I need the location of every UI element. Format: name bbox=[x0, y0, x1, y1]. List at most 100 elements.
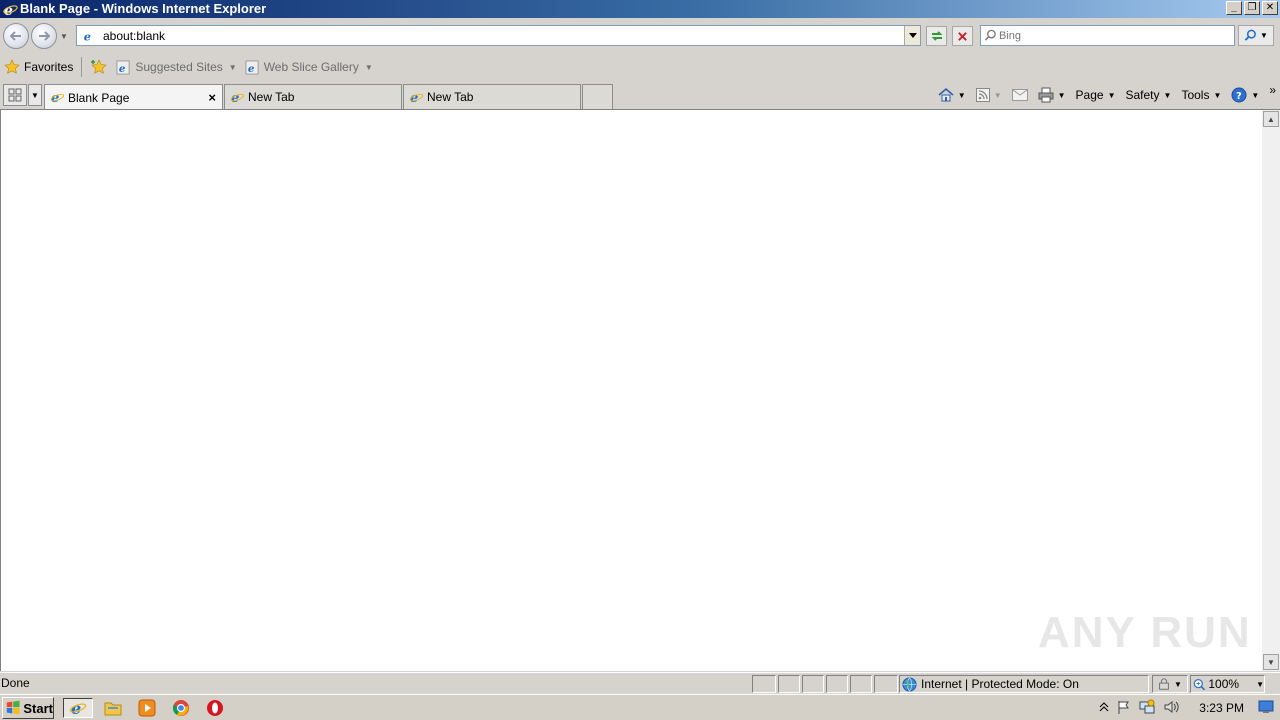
chevron-down-icon: ▼ bbox=[1163, 90, 1172, 100]
stop-x-icon bbox=[958, 31, 967, 41]
home-icon bbox=[938, 87, 954, 102]
address-field[interactable]: e about:blank bbox=[76, 25, 921, 46]
start-button[interactable]: Start bbox=[2, 697, 54, 719]
page-menu[interactable]: Page ▼ bbox=[1072, 85, 1120, 105]
status-pane bbox=[752, 675, 776, 693]
start-label: Start bbox=[23, 700, 53, 716]
taskbar-clock[interactable]: 3:23 PM bbox=[1199, 701, 1244, 715]
feeds-button[interactable]: ▼ bbox=[972, 85, 1006, 105]
zoom-magnifier-icon bbox=[1193, 678, 1206, 690]
close-window-button[interactable]: ✕ bbox=[1262, 1, 1278, 15]
chevron-down-icon: ▼ bbox=[1213, 90, 1222, 100]
forward-arrow-icon bbox=[39, 31, 51, 41]
new-tab-button[interactable] bbox=[582, 84, 613, 109]
search-provider-icon bbox=[981, 27, 999, 45]
taskbar-media-player[interactable] bbox=[135, 698, 159, 718]
show-hidden-icons-button[interactable] bbox=[1099, 701, 1109, 715]
folder-icon bbox=[104, 702, 122, 716]
security-zone-indicator[interactable]: Internet | Protected Mode: On bbox=[899, 675, 1149, 693]
status-pane bbox=[778, 675, 800, 693]
safety-menu[interactable]: Safety ▼ bbox=[1122, 85, 1176, 105]
add-to-favorites-bar-button[interactable] bbox=[86, 56, 112, 78]
printer-icon bbox=[1038, 87, 1054, 103]
taskbar-opera[interactable] bbox=[203, 698, 227, 718]
forward-button[interactable] bbox=[31, 23, 57, 49]
zone-label: Internet | Protected Mode: On bbox=[921, 677, 1079, 691]
chevron-down-icon: ▼ bbox=[993, 90, 1002, 100]
svg-text:e: e bbox=[84, 29, 91, 43]
address-url[interactable]: about:blank bbox=[101, 29, 904, 43]
search-icon bbox=[1244, 29, 1256, 41]
svg-text:e: e bbox=[248, 63, 255, 75]
refresh-icon bbox=[931, 31, 942, 41]
chevron-down-icon: ▼ bbox=[1107, 90, 1116, 100]
status-text: Done bbox=[1, 676, 30, 690]
tab-label: New Tab bbox=[248, 90, 295, 104]
taskbar-chrome[interactable] bbox=[169, 698, 193, 718]
chevron-down-icon: ▼ bbox=[957, 90, 966, 100]
action-center-flag-icon[interactable] bbox=[1117, 700, 1131, 717]
ie-page-icon: e bbox=[116, 59, 130, 75]
taskbar: Start e 3:23 PM bbox=[0, 694, 1280, 720]
ie-tab-icon: e bbox=[230, 91, 245, 105]
network-icon[interactable] bbox=[1139, 699, 1155, 718]
search-box[interactable] bbox=[980, 25, 1235, 46]
tab-blank-page[interactable]: e Blank Page × bbox=[44, 84, 223, 110]
tools-menu[interactable]: Tools ▼ bbox=[1177, 85, 1225, 105]
refresh-button[interactable] bbox=[926, 26, 947, 46]
status-pane bbox=[802, 675, 824, 693]
suggested-sites-link[interactable]: e Suggested Sites ▼ bbox=[112, 56, 240, 78]
read-mail-button[interactable] bbox=[1008, 85, 1032, 105]
title-bar: e Blank Page - Windows Internet Explorer… bbox=[0, 0, 1280, 18]
desktop-icon bbox=[1258, 700, 1274, 713]
help-button[interactable]: ? ▼ bbox=[1227, 85, 1263, 105]
tab-new-tab-1[interactable]: e New Tab bbox=[224, 84, 402, 109]
taskbar-internet-explorer[interactable]: e bbox=[63, 698, 93, 718]
protected-mode-button[interactable]: ▼ bbox=[1152, 675, 1188, 693]
tab-label: New Tab bbox=[427, 90, 474, 104]
tab-list-button[interactable]: ▼ bbox=[28, 84, 42, 106]
show-desktop-button[interactable] bbox=[1258, 700, 1274, 717]
print-button[interactable]: ▼ bbox=[1034, 85, 1070, 105]
chevron-down-icon: ▼ bbox=[228, 62, 237, 72]
restore-button[interactable]: ❐ bbox=[1244, 1, 1260, 15]
chrome-icon bbox=[172, 700, 189, 716]
close-tab-button[interactable]: × bbox=[208, 90, 216, 105]
lock-settings-icon bbox=[1159, 678, 1169, 690]
chevron-down-icon bbox=[908, 33, 917, 38]
chevron-down-icon: ▼ bbox=[1251, 90, 1260, 100]
watermark-text: ANY RUN bbox=[1038, 608, 1252, 657]
zoom-level-button[interactable]: 100% ▼ bbox=[1190, 675, 1265, 693]
quick-tabs-button[interactable] bbox=[3, 84, 27, 106]
scroll-up-button[interactable]: ▲ bbox=[1263, 111, 1279, 127]
tab-new-tab-2[interactable]: e New Tab bbox=[403, 84, 581, 109]
chevron-down-icon: ▼ bbox=[1057, 90, 1066, 100]
address-dropdown-button[interactable] bbox=[904, 26, 920, 45]
star-icon bbox=[4, 59, 20, 74]
favorites-button[interactable]: Favorites bbox=[0, 56, 77, 78]
window-title: Blank Page - Windows Internet Explorer bbox=[20, 1, 267, 16]
favorites-label: Favorites bbox=[24, 60, 74, 74]
taskbar-file-explorer[interactable] bbox=[101, 698, 125, 718]
home-button[interactable]: ▼ bbox=[934, 85, 970, 105]
more-commands-button[interactable]: » bbox=[1265, 80, 1280, 100]
tools-menu-label: Tools bbox=[1181, 88, 1210, 102]
recent-pages-dropdown[interactable]: ▼ bbox=[60, 32, 70, 42]
page-menu-label: Page bbox=[1075, 88, 1104, 102]
safety-menu-label: Safety bbox=[1125, 88, 1160, 102]
scroll-down-button[interactable]: ▼ bbox=[1263, 654, 1279, 670]
media-player-icon bbox=[138, 699, 156, 717]
back-button[interactable] bbox=[3, 23, 29, 49]
volume-icon[interactable] bbox=[1163, 699, 1179, 718]
web-slice-gallery-label: Web Slice Gallery bbox=[263, 60, 359, 74]
grid-icon bbox=[8, 88, 22, 102]
search-input[interactable] bbox=[999, 29, 1199, 42]
back-arrow-icon bbox=[9, 31, 21, 41]
vertical-scrollbar[interactable]: ▲ ▼ bbox=[1262, 109, 1280, 671]
web-slice-gallery-link[interactable]: e Web Slice Gallery ▼ bbox=[241, 56, 377, 78]
system-tray: 3:23 PM bbox=[1095, 697, 1278, 719]
page-content[interactable] bbox=[0, 109, 1262, 671]
minimize-button[interactable]: _ bbox=[1226, 1, 1242, 15]
search-button[interactable]: ▼ bbox=[1238, 25, 1274, 46]
stop-button[interactable] bbox=[952, 26, 973, 46]
